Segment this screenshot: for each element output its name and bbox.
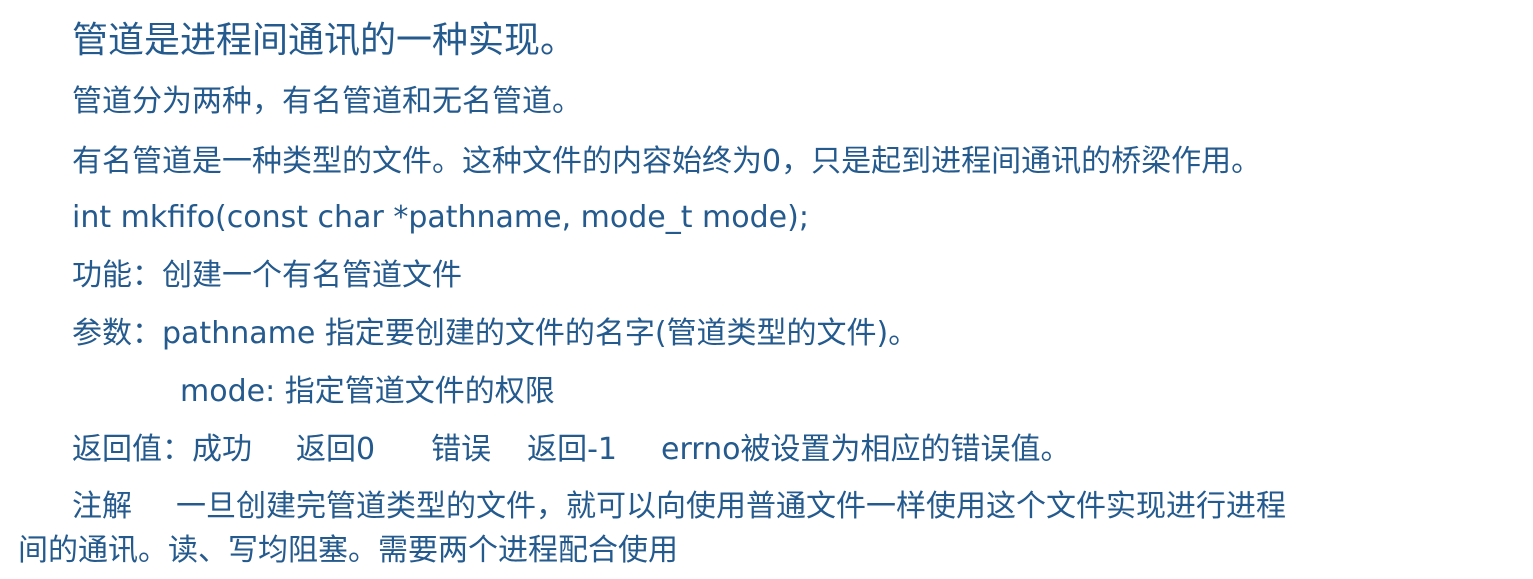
mkfifo-signature: int mkfifo(const char *pathname, mode_t … xyxy=(72,200,809,235)
return-error: 返回-1 xyxy=(527,432,618,467)
parameter-mode-description: mode: 指定管道文件的权限 xyxy=(180,374,555,409)
return-error-label: 错误 xyxy=(431,432,492,467)
named-pipe-description: 有名管道是一种类型的文件。这种文件的内容始终为0，只是起到进程间通讯的桥梁作用。 xyxy=(72,144,1262,179)
return-label: 返回值：成功 xyxy=(72,432,252,467)
note-label: 注解 xyxy=(72,489,132,524)
document-slide: 管道是进程间通讯的一种实现。 管道分为两种，有名管道和无名管道。 有名管道是一种… xyxy=(0,0,1533,579)
note-line-1: 注解 一旦创建完管道类型的文件，就可以向使用普通文件一样使用这个文件实现进行进程 xyxy=(72,487,1286,527)
return-errno: errno被设置为相应的错误值。 xyxy=(661,432,1071,467)
pipe-types-text: 管道分为两种，有名管道和无名管道。 xyxy=(72,84,582,119)
return-success: 返回0 xyxy=(296,432,376,467)
parameter-pathname-description: 参数：pathname 指定要创建的文件的名字(管道类型的文件)。 xyxy=(72,316,919,351)
document-title: 管道是进程间通讯的一种实现。 xyxy=(72,20,577,61)
note-text-second-line: 间的通讯。读、写均阻塞。需要两个进程配合使用 xyxy=(18,533,678,568)
function-description: 功能：创建一个有名管道文件 xyxy=(72,258,462,293)
note-text-first-line: 一旦创建完管道类型的文件，就可以向使用普通文件一样使用这个文件实现进行进程 xyxy=(176,489,1286,524)
return-value-line: 返回值：成功 返回0 错误 返回-1 errno被设置为相应的错误值。 xyxy=(72,430,1070,470)
